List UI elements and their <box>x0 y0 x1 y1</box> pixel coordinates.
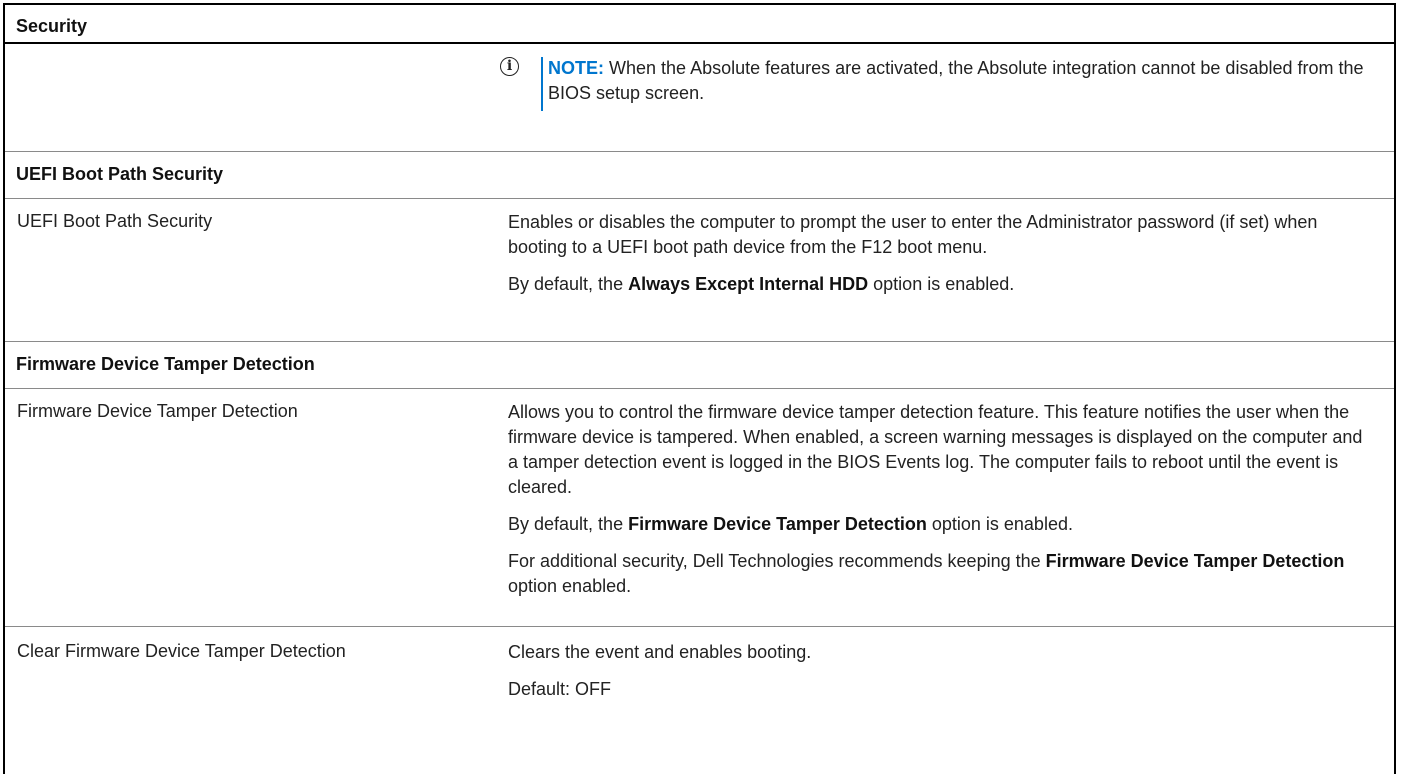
uefi-option-name: UEFI Boot Path Security <box>17 211 213 231</box>
firmware-option-description: Allows you to control the firmware devic… <box>508 400 1366 611</box>
uefi-option-row: UEFI Boot Path Security Enables or disab… <box>5 199 1394 342</box>
clear-option-name: Clear Firmware Device Tamper Detection <box>17 641 346 661</box>
firmware-option-row: Firmware Device Tamper Detection Allows … <box>5 389 1394 627</box>
bios-settings-table: Security i NOTE: When the Absolute featu… <box>3 3 1396 774</box>
uefi-default-value: Always Except Internal HDD <box>628 274 869 294</box>
firmware-rec-pre: For additional security, Dell Technologi… <box>508 551 1046 571</box>
note-row: i NOTE: When the Absolute features are a… <box>5 44 1394 152</box>
firmware-section-header-row: Firmware Device Tamper Detection <box>5 342 1394 389</box>
clear-option-description: Clears the event and enables booting. De… <box>508 640 1366 714</box>
security-header-row: Security <box>5 5 1394 44</box>
note-accent-bar <box>541 57 543 111</box>
info-circle-icon: i <box>500 57 519 76</box>
clear-default: Default: OFF <box>508 679 612 699</box>
uefi-default-post: option is enabled. <box>868 274 1015 294</box>
firmware-default-pre: By default, the <box>508 514 629 534</box>
note-body: When the Absolute features are activated… <box>548 58 1364 103</box>
firmware-rec-value: Firmware Device Tamper Detection <box>1045 551 1345 571</box>
uefi-option-description: Enables or disables the computer to prom… <box>508 210 1366 309</box>
firmware-section-header: Firmware Device Tamper Detection <box>16 354 315 374</box>
firmware-rec-post: option enabled. <box>508 576 632 596</box>
firmware-default-value: Firmware Device Tamper Detection <box>628 514 927 534</box>
uefi-section-header: UEFI Boot Path Security <box>16 164 224 184</box>
firmware-default-post: option is enabled. <box>926 514 1073 534</box>
note-label: NOTE: <box>548 58 604 78</box>
uefi-default-pre: By default, the <box>508 274 629 294</box>
firmware-desc: Allows you to control the firmware devic… <box>508 402 1363 497</box>
firmware-default: By default, the Firmware Device Tamper D… <box>508 512 1366 537</box>
uefi-default: By default, the Always Except Internal H… <box>508 272 1366 297</box>
uefi-section-header-row: UEFI Boot Path Security <box>5 152 1394 199</box>
clear-option-row: Clear Firmware Device Tamper Detection C… <box>5 627 1394 774</box>
note-text: NOTE: When the Absolute features are act… <box>548 56 1380 106</box>
firmware-option-name: Firmware Device Tamper Detection <box>17 401 298 421</box>
uefi-desc: Enables or disables the computer to prom… <box>508 212 1318 257</box>
security-header: Security <box>16 16 88 36</box>
clear-desc: Clears the event and enables booting. <box>508 642 812 662</box>
firmware-recommendation: For additional security, Dell Technologi… <box>508 549 1366 599</box>
